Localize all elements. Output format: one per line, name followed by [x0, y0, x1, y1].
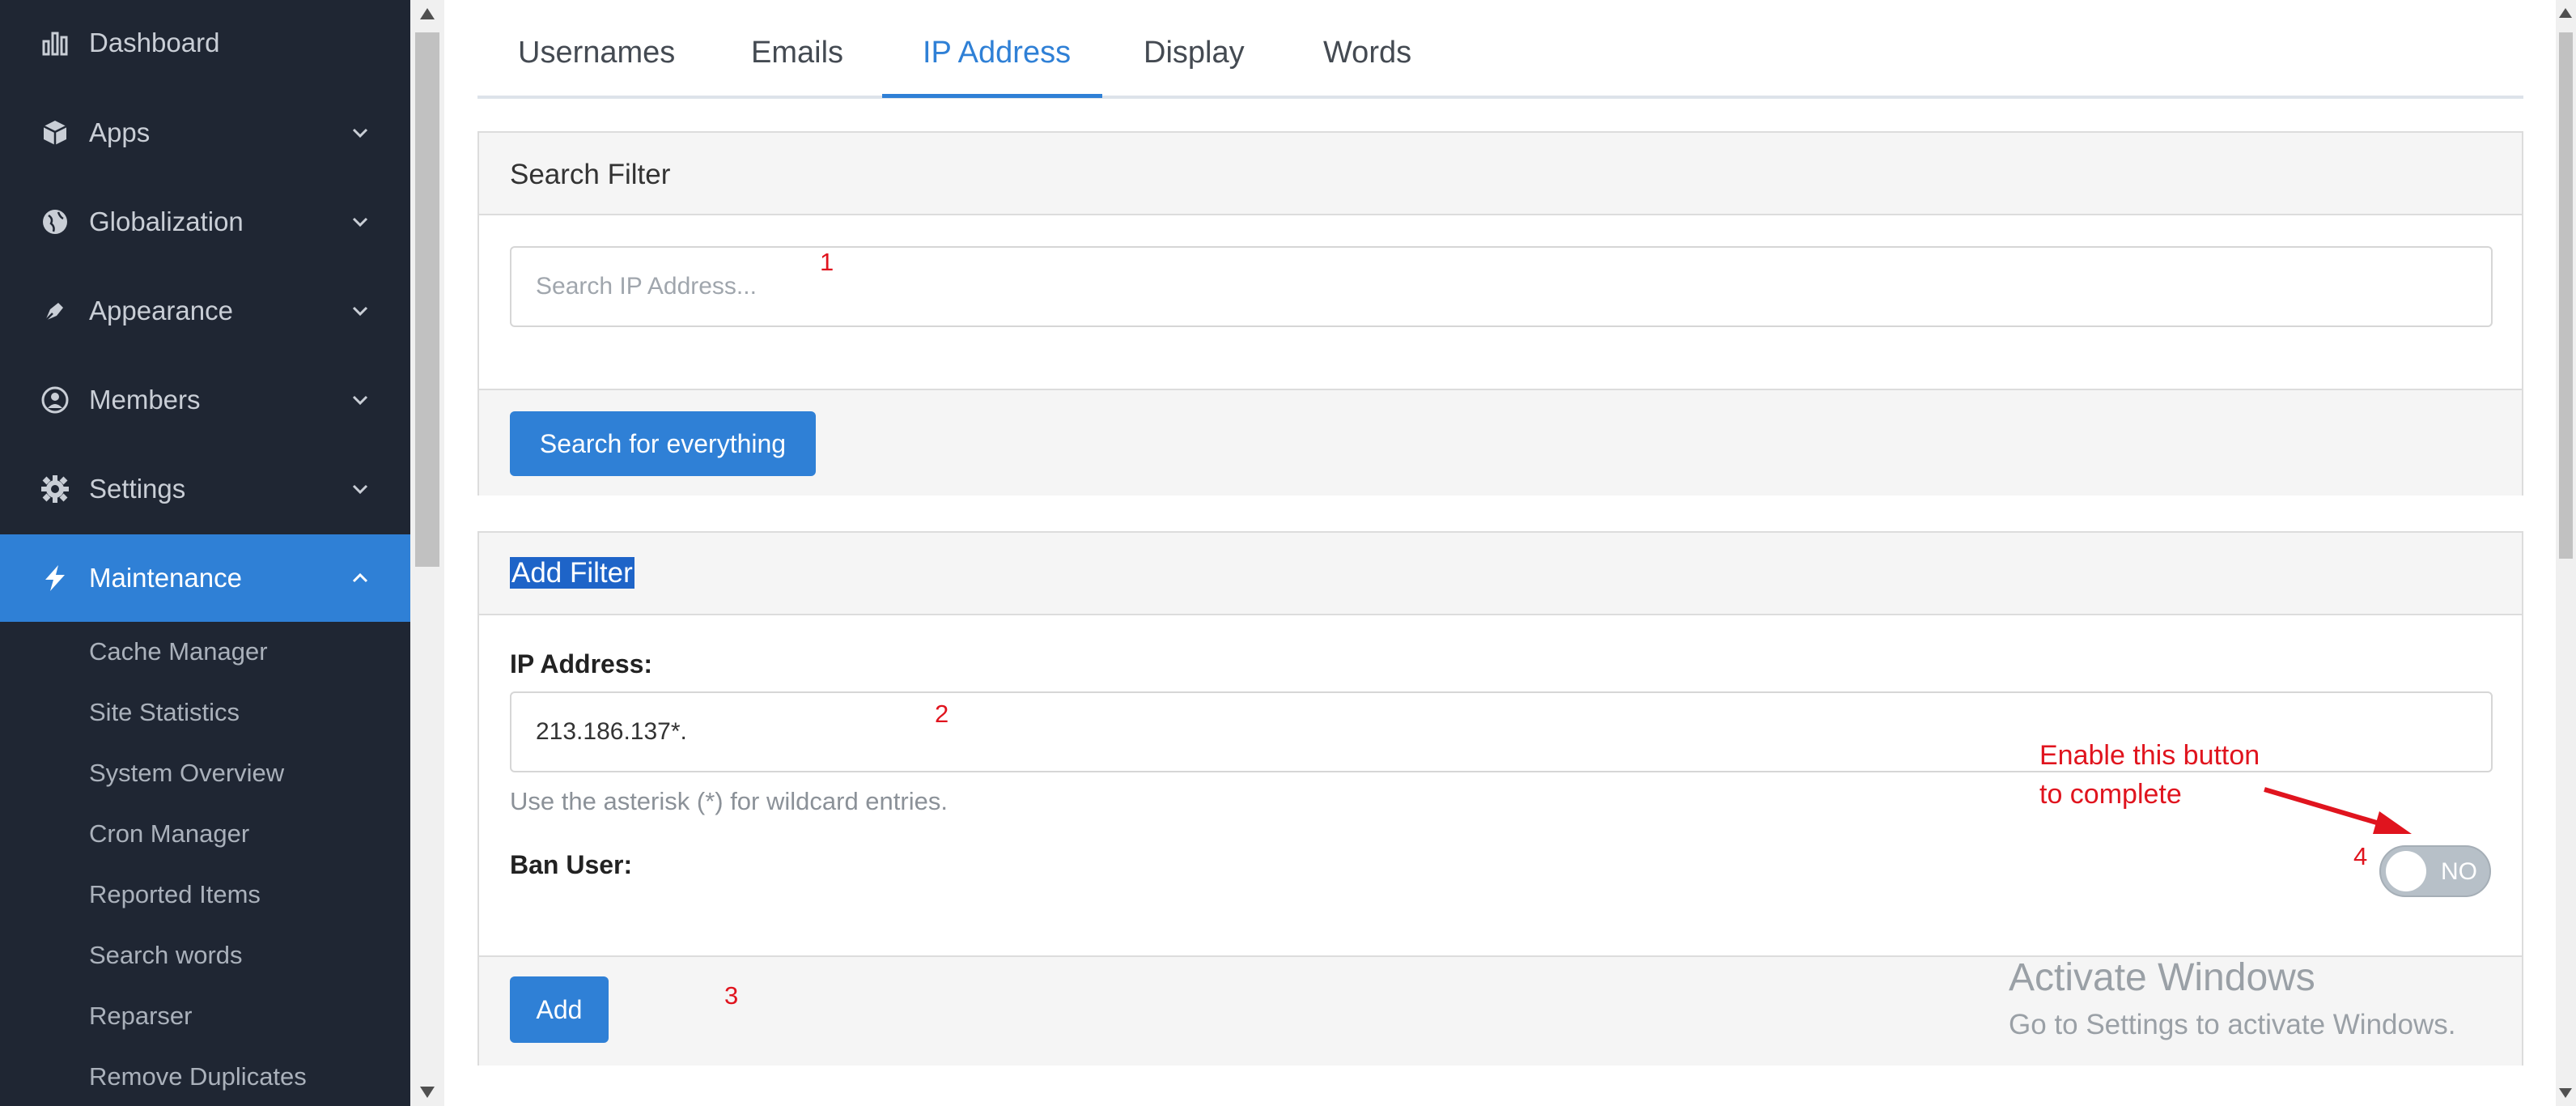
- search-filter-footer: Search for everything: [479, 389, 2522, 496]
- scrollbar-thumb[interactable]: [415, 32, 439, 567]
- add-filter-header: Add Filter: [479, 533, 2522, 615]
- sidebar-subitem-system-overview[interactable]: System Overview: [89, 759, 284, 788]
- sidebar-item-apps[interactable]: Apps: [0, 89, 410, 177]
- add-filter-title: Add Filter: [510, 557, 634, 589]
- sidebar-item-label: Apps: [89, 117, 151, 147]
- sidebar-item-globalization[interactable]: Globalization: [0, 178, 410, 266]
- sidebar-item-settings[interactable]: Settings: [0, 445, 410, 533]
- scroll-down-arrow-icon[interactable]: [2559, 1088, 2572, 1098]
- ban-user-label: Ban User:: [510, 850, 633, 879]
- add-filter-title-text: Add Filter: [510, 557, 634, 589]
- sidebar-item-label: Maintenance: [89, 563, 242, 593]
- sidebar-item-members[interactable]: Members: [0, 356, 410, 444]
- chevron-up-icon: [352, 572, 368, 583]
- sidebar-item-label: Appearance: [89, 296, 233, 325]
- sidebar-subitem-remove-duplicates[interactable]: Remove Duplicates: [89, 1062, 307, 1091]
- sidebar-subitem-reparser[interactable]: Reparser: [89, 1002, 193, 1031]
- page-scrollbar[interactable]: [2556, 0, 2576, 1106]
- bar-chart-icon: [39, 27, 71, 59]
- chevron-down-icon: [352, 484, 368, 495]
- tab-words[interactable]: Words: [1323, 36, 1411, 70]
- sidebar-item-label: Members: [89, 385, 201, 415]
- tab-display[interactable]: Display: [1144, 36, 1245, 70]
- annotation-1: 1: [820, 248, 834, 276]
- sidebar-subitem-search-words[interactable]: Search words: [89, 941, 243, 970]
- annotation-3: 3: [724, 981, 739, 1010]
- add-button[interactable]: Add: [510, 976, 609, 1043]
- search-filter-panel: Search Filter Search for everything: [477, 131, 2523, 496]
- scroll-up-arrow-icon[interactable]: [2559, 8, 2572, 18]
- annotation-arrow-icon: [2264, 787, 2412, 834]
- active-tab-indicator: [882, 94, 1102, 98]
- tab-bar: Usernames Emails IP Address Display Word…: [477, 0, 2523, 99]
- chevron-down-icon: [352, 128, 368, 138]
- cube-icon: [39, 117, 71, 149]
- sidebar-item-appearance[interactable]: Appearance: [0, 267, 410, 355]
- user-circle-icon: [39, 384, 71, 416]
- chevron-down-icon: [352, 395, 368, 406]
- globe-icon: [39, 206, 71, 238]
- wildcard-help-text: Use the asterisk (*) for wildcard entrie…: [510, 787, 948, 815]
- toggle-state-text: NO: [2441, 858, 2477, 885]
- scroll-down-arrow-icon[interactable]: [420, 1087, 435, 1098]
- annotation-note-line1: Enable this button: [2039, 740, 2260, 771]
- sidebar-item-label: Dashboard: [89, 28, 220, 57]
- tab-usernames[interactable]: Usernames: [518, 36, 675, 70]
- scrollbar-thumb[interactable]: [2559, 32, 2573, 559]
- sidebar-subitem-cron-manager[interactable]: Cron Manager: [89, 819, 249, 849]
- ban-user-toggle[interactable]: NO: [2379, 845, 2491, 897]
- sidebar-item-maintenance[interactable]: Maintenance: [0, 534, 410, 622]
- scroll-up-arrow-icon[interactable]: [420, 8, 435, 19]
- activate-windows-title: Activate Windows: [2009, 956, 2315, 999]
- sidebar-scrollbar[interactable]: [410, 0, 444, 1106]
- annotation-4: 4: [2353, 842, 2368, 870]
- search-filter-title: Search Filter: [510, 159, 671, 190]
- search-filter-header: Search Filter: [479, 133, 2522, 215]
- chevron-down-icon: [352, 217, 368, 228]
- tab-ip-address[interactable]: IP Address: [923, 36, 1071, 70]
- search-ip-input[interactable]: [510, 246, 2493, 327]
- tab-emails[interactable]: Emails: [751, 36, 843, 70]
- bolt-icon: [39, 562, 71, 594]
- sidebar-item-dashboard[interactable]: Dashboard: [0, 0, 410, 86]
- search-for-everything-button[interactable]: Search for everything: [510, 411, 816, 476]
- sidebar-subitem-cache-manager[interactable]: Cache Manager: [89, 637, 268, 666]
- toggle-knob: [2386, 851, 2426, 891]
- chevron-down-icon: [352, 306, 368, 317]
- sidebar-subitem-site-statistics[interactable]: Site Statistics: [89, 698, 240, 727]
- annotation-2: 2: [935, 700, 949, 728]
- sidebar-item-label: Globalization: [89, 206, 244, 236]
- sidebar-item-label: Settings: [89, 474, 186, 504]
- activate-windows-subtitle: Go to Settings to activate Windows.: [2009, 1009, 2456, 1040]
- annotation-note-line2: to complete: [2039, 779, 2182, 810]
- gear-icon: [39, 473, 71, 505]
- sidebar: Dashboard Apps Globalization Appearance …: [0, 0, 410, 1106]
- pen-icon: [39, 295, 71, 327]
- ip-address-label: IP Address:: [510, 649, 653, 678]
- sidebar-subitem-reported-items[interactable]: Reported Items: [89, 880, 261, 909]
